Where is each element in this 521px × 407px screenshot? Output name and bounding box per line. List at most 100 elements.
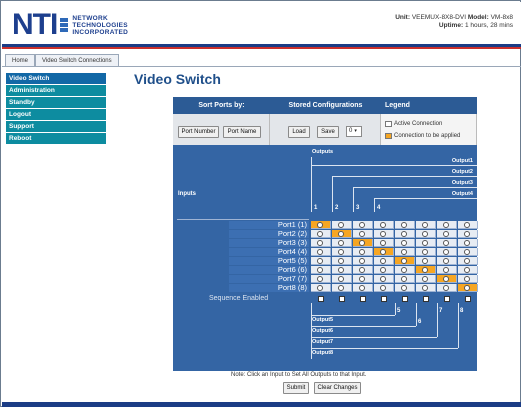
connection-radio-r1-c5[interactable] (395, 221, 415, 229)
config-select[interactable]: 0 ▾ (346, 126, 362, 137)
connection-radio-r8-c7[interactable] (437, 284, 457, 292)
connection-radio-r3-c2[interactable] (332, 239, 352, 247)
sequence-checkbox-1[interactable] (318, 296, 324, 302)
input-label-port6[interactable]: Port6 (6) (229, 266, 309, 274)
input-label-port7[interactable]: Port7 (7) (229, 275, 309, 283)
connection-radio-r3-c6[interactable] (416, 239, 436, 247)
connection-radio-r3-c5[interactable] (395, 239, 415, 247)
connection-radio-r7-c4[interactable] (374, 275, 394, 283)
connection-radio-r5-c3[interactable] (353, 257, 373, 265)
connection-radio-r3-c1[interactable] (311, 239, 331, 247)
connection-radio-r8-c5[interactable] (395, 284, 415, 292)
input-label-port4[interactable]: Port4 (4) (229, 248, 309, 256)
load-button[interactable]: Load (288, 126, 310, 138)
connection-radio-r6-c2[interactable] (332, 266, 352, 274)
sequence-checkbox-4[interactable] (381, 296, 387, 302)
connection-radio-r4-c3[interactable] (353, 248, 373, 256)
connection-radio-r7-c1[interactable] (311, 275, 331, 283)
connection-radio-r4-c1[interactable] (311, 248, 331, 256)
sidebar: Video Switch Administration Standby Logo… (6, 73, 106, 145)
connection-radio-r6-c7[interactable] (437, 266, 457, 274)
connection-radio-r8-c2[interactable] (332, 284, 352, 292)
sequence-checkbox-6[interactable] (423, 296, 429, 302)
input-label-port2[interactable]: Port2 (2) (229, 230, 309, 238)
connection-radio-r3-c7[interactable] (437, 239, 457, 247)
sequence-checkbox-5[interactable] (402, 296, 408, 302)
connection-radio-r7-c5[interactable] (395, 275, 415, 283)
connection-radio-r7-c6[interactable] (416, 275, 436, 283)
connection-matrix: Outputs Inputs Output1 Output2 Output3 O… (173, 145, 478, 371)
connection-radio-r5-c8[interactable] (458, 257, 478, 265)
connection-radio-r8-c1[interactable] (311, 284, 331, 292)
connection-radio-r2-c2[interactable] (332, 230, 352, 238)
submit-button[interactable]: Submit (283, 382, 309, 394)
connection-radio-r7-c8[interactable] (458, 275, 478, 283)
sequence-checkbox-2[interactable] (339, 296, 345, 302)
port-name-button[interactable]: Port Name (223, 126, 261, 138)
connection-radio-r7-c2[interactable] (332, 275, 352, 283)
connection-radio-r2-c8[interactable] (458, 230, 478, 238)
connection-radio-r5-c5[interactable] (395, 257, 415, 265)
radio-icon (317, 249, 323, 255)
connection-radio-r6-c6[interactable] (416, 266, 436, 274)
connection-radio-r6-c1[interactable] (311, 266, 331, 274)
connection-radio-r2-c4[interactable] (374, 230, 394, 238)
connection-radio-r4-c7[interactable] (437, 248, 457, 256)
connection-radio-r6-c8[interactable] (458, 266, 478, 274)
connection-radio-r1-c2[interactable] (332, 221, 352, 229)
connection-radio-r8-c6[interactable] (416, 284, 436, 292)
connection-radio-r8-c3[interactable] (353, 284, 373, 292)
connection-radio-r4-c4[interactable] (374, 248, 394, 256)
connection-radio-r4-c8[interactable] (458, 248, 478, 256)
sidebar-item-support[interactable]: Support (6, 121, 106, 132)
legend-pending: Connection to be applied (385, 133, 460, 139)
connection-radio-r4-c5[interactable] (395, 248, 415, 256)
connection-radio-r6-c4[interactable] (374, 266, 394, 274)
connection-radio-r2-c3[interactable] (353, 230, 373, 238)
connection-radio-r2-c1[interactable] (311, 230, 331, 238)
connection-radio-r8-c8[interactable] (458, 284, 478, 292)
connection-radio-r1-c7[interactable] (437, 221, 457, 229)
sidebar-item-administration[interactable]: Administration (6, 85, 106, 96)
connection-radio-r3-c4[interactable] (374, 239, 394, 247)
connection-radio-r2-c6[interactable] (416, 230, 436, 238)
sidebar-item-video-switch[interactable]: Video Switch (6, 73, 106, 84)
connection-radio-r1-c1[interactable] (311, 221, 331, 229)
connection-radio-r5-c6[interactable] (416, 257, 436, 265)
sidebar-item-standby[interactable]: Standby (6, 97, 106, 108)
save-button[interactable]: Save (317, 126, 339, 138)
connection-radio-r1-c6[interactable] (416, 221, 436, 229)
radio-icon (464, 267, 470, 273)
connection-radio-r7-c7[interactable] (437, 275, 457, 283)
input-label-port3[interactable]: Port3 (3) (229, 239, 309, 247)
connection-radio-r7-c3[interactable] (353, 275, 373, 283)
connection-radio-r4-c6[interactable] (416, 248, 436, 256)
connection-radio-r4-c2[interactable] (332, 248, 352, 256)
sequence-checkbox-7[interactable] (444, 296, 450, 302)
output-label-3: Output3 (451, 180, 473, 186)
connection-radio-r5-c7[interactable] (437, 257, 457, 265)
radio-icon (338, 285, 344, 291)
input-label-port8[interactable]: Port8 (8) (229, 284, 309, 292)
connection-radio-r1-c4[interactable] (374, 221, 394, 229)
connection-radio-r1-c8[interactable] (458, 221, 478, 229)
connection-radio-r6-c3[interactable] (353, 266, 373, 274)
connection-radio-r8-c4[interactable] (374, 284, 394, 292)
clear-changes-button[interactable]: Clear Changes (314, 382, 361, 394)
sequence-checkbox-8[interactable] (465, 296, 471, 302)
input-label-port1[interactable]: Port1 (1) (229, 221, 309, 229)
connection-radio-r5-c1[interactable] (311, 257, 331, 265)
sidebar-item-reboot[interactable]: Reboot (6, 133, 106, 144)
port-number-button[interactable]: Port Number (178, 126, 219, 138)
sequence-checkbox-3[interactable] (360, 296, 366, 302)
input-label-port5[interactable]: Port5 (5) (229, 257, 309, 265)
connection-radio-r2-c7[interactable] (437, 230, 457, 238)
connection-radio-r5-c2[interactable] (332, 257, 352, 265)
sidebar-item-logout[interactable]: Logout (6, 109, 106, 120)
connection-radio-r1-c3[interactable] (353, 221, 373, 229)
connection-radio-r2-c5[interactable] (395, 230, 415, 238)
connection-radio-r5-c4[interactable] (374, 257, 394, 265)
connection-radio-r3-c3[interactable] (353, 239, 373, 247)
connection-radio-r6-c5[interactable] (395, 266, 415, 274)
connection-radio-r3-c8[interactable] (458, 239, 478, 247)
